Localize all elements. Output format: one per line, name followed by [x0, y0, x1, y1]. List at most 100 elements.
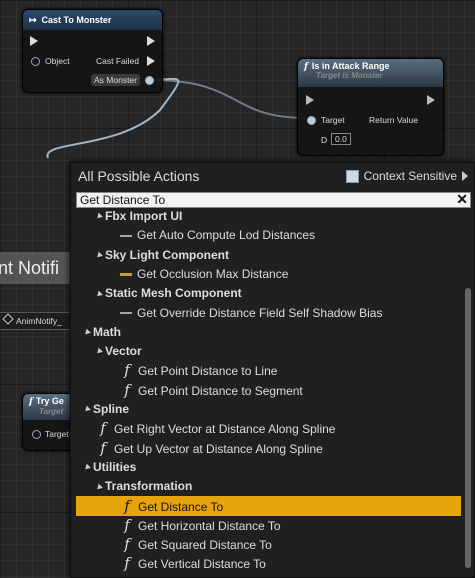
action-label: Get Horizontal Distance To [138, 518, 281, 533]
range-node-header: f Is in Attack Range Target is Monster [298, 59, 443, 87]
action-label: Get Squared Distance To [138, 538, 272, 553]
property-icon [120, 273, 132, 277]
category-row[interactable]: Vector [76, 341, 461, 361]
try-target-pin[interactable] [32, 430, 41, 439]
action-item[interactable]: Get Override Distance Field Self Shadow … [76, 303, 461, 323]
expand-triangle-icon[interactable] [95, 251, 103, 260]
context-sensitive-toggle[interactable]: Context Sensitive [345, 169, 468, 183]
range-d-label: D [321, 135, 328, 145]
action-item[interactable]: f Get Point Distance to Line [76, 360, 461, 380]
context-sensitive-label: Context Sensitive [363, 169, 457, 183]
cast-object-pin[interactable] [31, 57, 40, 66]
expand-triangle-icon[interactable] [95, 348, 103, 356]
action-label: Vector [105, 344, 142, 359]
scrollbar[interactable] [465, 288, 471, 568]
action-item[interactable]: Get Occlusion Max Distance [76, 264, 461, 284]
range-node-subtitle: Target is Monster [316, 71, 383, 80]
action-label: Get Point Distance to Segment [138, 383, 303, 398]
anim-notify-icon [2, 313, 14, 325]
range-d-input[interactable]: 0.0 [331, 133, 351, 145]
category-row[interactable]: Utilities [76, 457, 461, 477]
expand-triangle-icon[interactable] [95, 290, 103, 298]
action-label: Get Distance To [138, 499, 224, 514]
property-icon [120, 312, 132, 315]
action-list[interactable]: Fbx Import UI Get Auto Compute Lod Distan… [76, 209, 461, 571]
search-input[interactable]: Get Distance To ✕ [76, 192, 471, 208]
action-label: Get Override Distance Field Self Shadow … [137, 305, 383, 320]
action-label: Spline [93, 402, 130, 416]
cast-node-icon: ↦ [29, 14, 37, 25]
action-label: Static Mesh Component [105, 286, 242, 301]
range-exec-in-pin[interactable] [306, 95, 314, 105]
action-item[interactable]: f Get Vertical Distance To [76, 553, 461, 571]
action-label: Math [93, 324, 121, 339]
action-label: Fbx Import UI [105, 209, 183, 223]
function-icon: f [100, 419, 106, 438]
try-target-label: Target [45, 429, 69, 439]
category-row[interactable]: Static Mesh Component [76, 283, 461, 303]
cast-exec-in-pin[interactable] [30, 36, 38, 46]
expand-triangle-icon[interactable] [95, 212, 103, 221]
property-icon [120, 235, 132, 238]
function-icon: f [100, 438, 106, 457]
all-possible-actions-menu[interactable]: All Possible Actions Context Sensitive G… [70, 162, 475, 578]
action-label: Get Right Vector at Distance Along Splin… [114, 422, 336, 437]
range-target-pin[interactable] [307, 116, 316, 125]
cast-node-title: Cast To Monster [41, 15, 112, 25]
action-item[interactable]: f Get Right Vector at Distance Along Spli… [76, 418, 461, 438]
action-label: Get Point Distance to Line [138, 364, 278, 379]
function-icon: f [304, 62, 308, 72]
action-label: Get Up Vector at Distance Along Spline [114, 441, 323, 456]
cast-to-monster-node[interactable]: ↦ Cast To Monster Object Cast Failed As … [22, 9, 163, 93]
cast-exec-out-pin[interactable] [147, 36, 155, 46]
action-label: Utilities [93, 459, 137, 474]
action-label: Sky Light Component [105, 247, 229, 262]
action-item[interactable]: f Get Up Vector at Distance Along Spline [76, 438, 461, 458]
action-item[interactable]: f Get Point Distance to Segment [76, 380, 461, 400]
range-target-label: Target [321, 115, 345, 125]
action-label: Transformation [105, 479, 193, 494]
function-icon: f [124, 515, 130, 534]
function-icon: f [124, 380, 130, 399]
action-item[interactable]: Get Auto Compute Lod Distances [76, 225, 461, 245]
action-item[interactable]: f Get Distance To [76, 495, 461, 516]
cast-object-label: Object [45, 56, 70, 66]
expand-triangle-icon[interactable] [83, 405, 91, 414]
try-function-icon: f [29, 397, 33, 407]
range-exec-out-pin[interactable] [427, 95, 435, 105]
function-icon: f [124, 554, 130, 571]
menu-title: All Possible Actions [78, 168, 200, 184]
action-label: Get Vertical Distance To [138, 557, 266, 571]
try-node-title: Try Ge [35, 396, 64, 406]
range-node-title: Is in Attack Range [311, 61, 390, 71]
search-value: Get Distance To [80, 193, 166, 207]
range-return-label: Return Value [369, 115, 418, 125]
anim-notify-label: AnimNotify_ [16, 316, 62, 326]
event-node-title-fragment: nt Notifi [0, 252, 70, 284]
expand-triangle-icon[interactable] [83, 463, 91, 472]
context-sensitive-checkbox[interactable] [345, 169, 359, 183]
action-item[interactable]: f Get Horizontal Distance To [76, 515, 461, 535]
category-row[interactable]: Sky Light Component [76, 245, 461, 265]
chevron-right-icon[interactable] [462, 171, 468, 181]
cast-failed-label: Cast Failed [96, 56, 139, 66]
action-label: Get Occlusion Max Distance [137, 266, 289, 281]
action-label: Get Auto Compute Lod Distances [137, 228, 316, 243]
action-item[interactable]: f Get Squared Distance To [76, 534, 461, 554]
function-icon: f [124, 496, 130, 515]
is-in-attack-range-node[interactable]: f Is in Attack Range Target is Monster Ta… [297, 58, 444, 156]
category-row[interactable]: Fbx Import UI [76, 209, 461, 226]
cast-failed-pin[interactable] [147, 56, 155, 66]
expand-triangle-icon[interactable] [95, 483, 103, 491]
expand-triangle-icon[interactable] [83, 328, 91, 337]
anim-notify-node[interactable]: AnimNotify_ [0, 312, 70, 330]
cast-node-header: ↦ Cast To Monster [23, 10, 162, 30]
category-row[interactable]: Spline [76, 399, 461, 419]
close-icon[interactable]: ✕ [456, 192, 468, 206]
function-icon: f [124, 535, 130, 554]
function-icon: f [124, 361, 130, 380]
as-monster-label: As Monster [91, 74, 140, 86]
category-row[interactable]: Transformation [76, 476, 461, 496]
category-row[interactable]: Math [76, 322, 461, 342]
as-monster-pin[interactable] [145, 76, 154, 85]
